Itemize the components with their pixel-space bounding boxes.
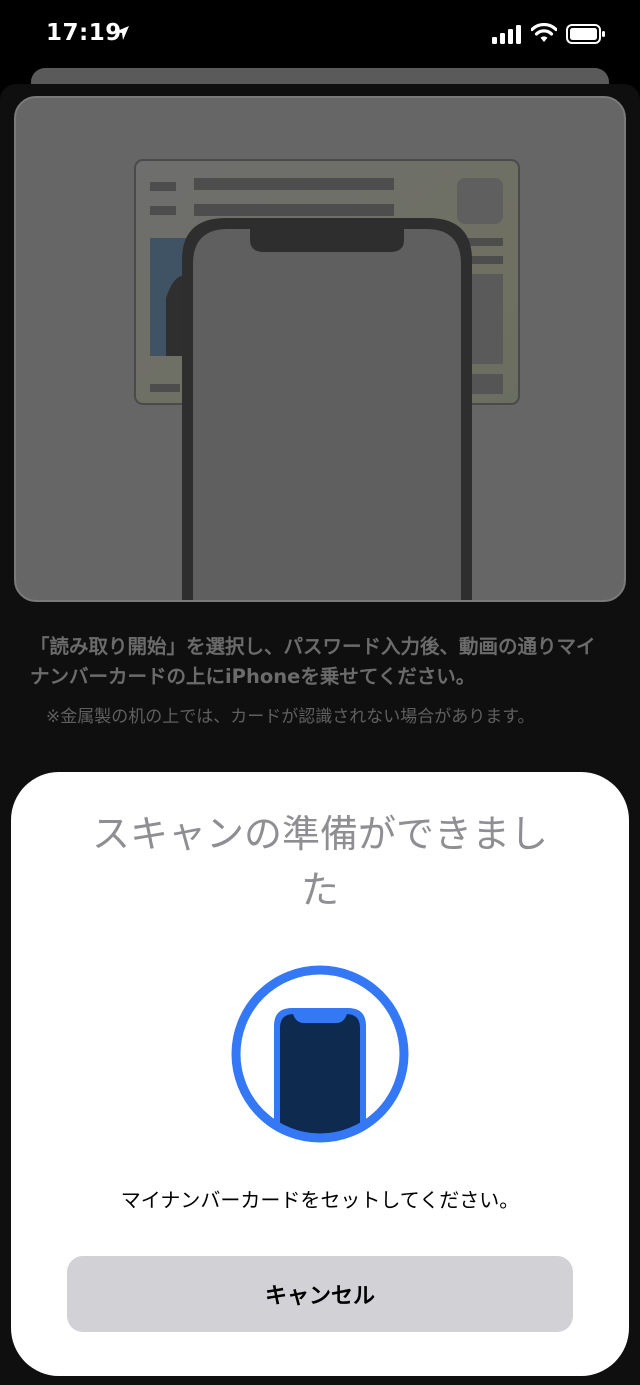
status-time: 17:19 bbox=[46, 20, 122, 46]
phone-scan-icon bbox=[231, 965, 409, 1143]
cellular-signal-icon bbox=[492, 25, 521, 44]
status-bar: 17:19 bbox=[0, 0, 640, 70]
reading-instruction-text: 「読み取り開始」を選択し、パスワード入力後、動画の通りマイナンバーカードの上にi… bbox=[30, 635, 596, 688]
cancel-button[interactable]: キャンセル bbox=[67, 1256, 573, 1332]
mynumber-card-with-iphone bbox=[134, 159, 520, 600]
set-card-message: マイナンバーカードをセットしてください。 bbox=[120, 1188, 520, 1212]
metal-desk-note: ※金属製の机の上では、カードが認識されない場合があります。 bbox=[46, 707, 535, 727]
scan-ready-title: スキャンの準備ができました bbox=[91, 812, 548, 912]
card-reading-illustration bbox=[14, 96, 626, 602]
nfc-scan-sheet: スキャンの準備ができました マイナンバーカードをセットしてください。 キャンセル bbox=[11, 772, 629, 1376]
location-arrow-icon bbox=[115, 26, 129, 40]
wifi-icon bbox=[531, 23, 557, 42]
battery-icon bbox=[566, 24, 605, 44]
